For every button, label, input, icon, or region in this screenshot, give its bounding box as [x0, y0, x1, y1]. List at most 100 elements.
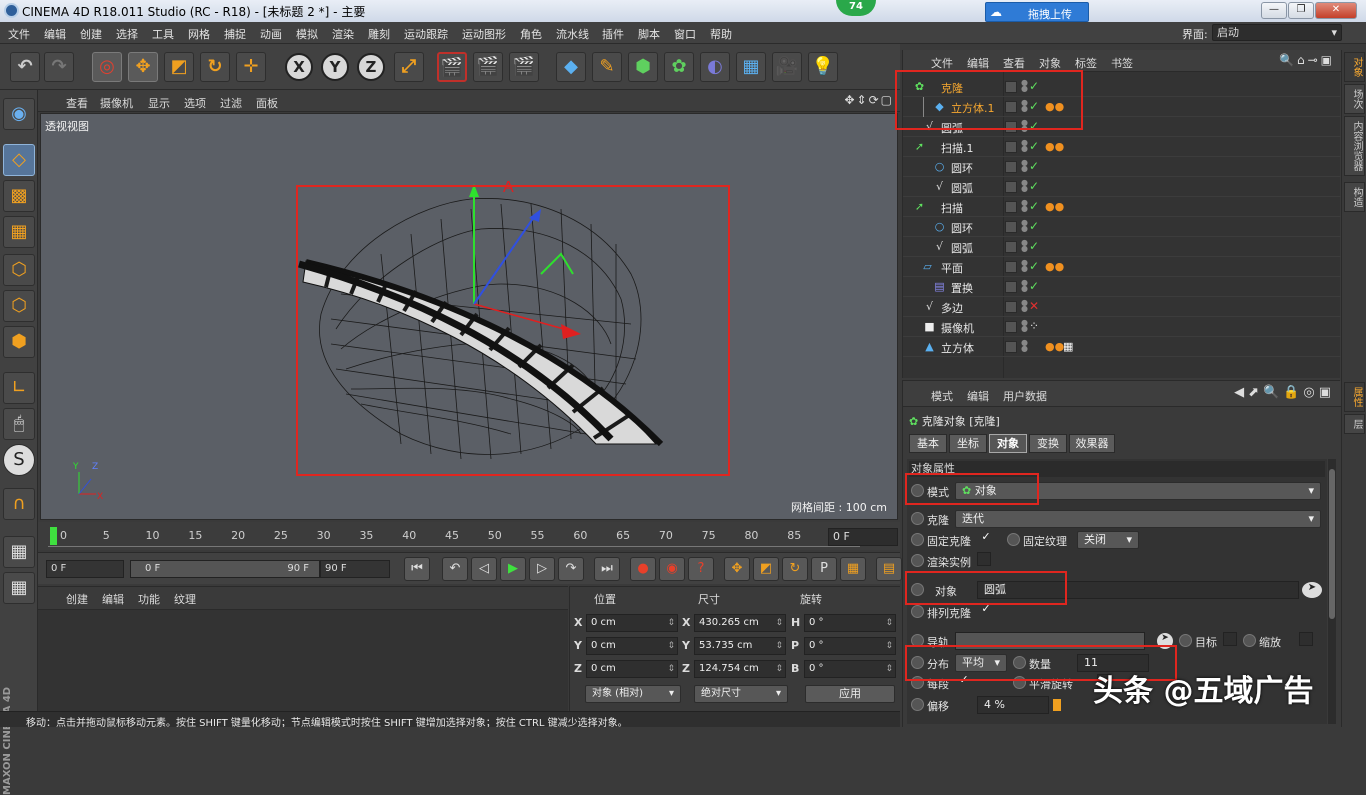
tweak-mode-icon[interactable]: 🖱	[3, 408, 35, 440]
timeline-playhead[interactable]	[50, 527, 57, 545]
animate-radio[interactable]	[911, 512, 924, 525]
layer-toggle[interactable]	[1005, 301, 1017, 313]
key-parameter-icon[interactable]: P	[811, 557, 837, 581]
enabled-check-icon[interactable]: ✓	[1029, 219, 1039, 233]
render-view-icon[interactable]: 🎬	[437, 52, 467, 82]
checker-tag-icon[interactable]: ▦	[1063, 340, 1077, 354]
object-row-sweep[interactable]: ➚ 扫描 ● ● ✓ ●●	[903, 197, 1341, 217]
tab-objects[interactable]: 对象	[1344, 52, 1365, 82]
render-picture-viewer-icon[interactable]: 🎬	[473, 52, 503, 82]
viewport-navigation-icons[interactable]: ✥⇕⟳▢	[844, 93, 894, 107]
layer-toggle[interactable]	[1005, 261, 1017, 273]
clone-dropdown[interactable]: 迭代	[955, 510, 1321, 528]
menu-create[interactable]: 创建	[80, 26, 102, 42]
attr-menu-edit[interactable]: 编辑	[967, 388, 989, 404]
maximize-button[interactable]: ❐	[1288, 2, 1314, 19]
obj-menu-edit[interactable]: 编辑	[967, 55, 989, 71]
apply-button[interactable]: 应用	[805, 685, 895, 703]
tab-takes[interactable]: 场次	[1344, 84, 1365, 114]
enabled-check-icon[interactable]: ✓	[1029, 159, 1039, 173]
record-keys-icon[interactable]: ●	[630, 557, 656, 581]
notification-badge[interactable]: 74	[836, 0, 876, 16]
obj-menu-objects[interactable]: 对象	[1039, 55, 1061, 71]
animate-radio[interactable]	[1007, 533, 1020, 546]
material-menu-edit[interactable]: 编辑	[102, 591, 124, 607]
play-icon[interactable]: ▶	[500, 557, 526, 581]
visibility-dots[interactable]: ● ●	[1021, 299, 1028, 313]
menu-sculpt[interactable]: 雕刻	[368, 26, 390, 42]
polygons-mode-icon[interactable]: ⬢	[3, 326, 35, 358]
floor-scene-icon[interactable]: ▦	[736, 52, 766, 82]
snap-icon[interactable]: S	[3, 444, 35, 476]
model-mode-icon[interactable]: ◇	[3, 144, 35, 176]
key-scale-icon[interactable]: ◩	[753, 557, 779, 581]
drag-upload-button[interactable]: ☁ 拖拽上传	[985, 2, 1089, 22]
size-y-field[interactable]: 53.735 cm	[694, 637, 786, 655]
cube-object-icon[interactable]: ◆	[556, 52, 586, 82]
material-tag-icon[interactable]: ●●	[1045, 340, 1064, 354]
material-tag-icon[interactable]: ●●	[1045, 260, 1064, 274]
layer-toggle[interactable]	[1005, 241, 1017, 253]
animate-radio[interactable]	[911, 698, 924, 711]
enabled-check-icon[interactable]: ✓	[1029, 139, 1039, 153]
render-instance-checkbox[interactable]	[977, 552, 991, 566]
subdivision-surface-icon[interactable]: ⬢	[628, 52, 658, 82]
layer-toggle[interactable]	[1005, 201, 1017, 213]
visibility-dots[interactable]: ● ●	[1021, 279, 1028, 293]
previous-key-icon[interactable]: ↶	[442, 557, 468, 581]
layout-select[interactable]: 启动	[1212, 24, 1342, 41]
material-tag-icon[interactable]: ●●	[1045, 140, 1064, 154]
menu-file[interactable]: 文件	[8, 26, 30, 42]
layer-toggle[interactable]	[1005, 281, 1017, 293]
previous-frame-icon[interactable]: ◁	[471, 557, 497, 581]
object-row-arc[interactable]: √ 圆弧 ● ● ✓	[903, 177, 1341, 197]
key-pla-icon[interactable]: ▦	[840, 557, 866, 581]
tab-effectors[interactable]: 效果器	[1069, 434, 1115, 453]
enabled-check-icon[interactable]: ✓	[1029, 259, 1039, 273]
disabled-x-icon[interactable]: ✕	[1029, 299, 1039, 313]
animate-radio[interactable]	[911, 533, 924, 546]
tab-attributes[interactable]: 属性	[1344, 382, 1365, 412]
pick-object-icon[interactable]: ➤	[1302, 582, 1322, 598]
menu-mesh[interactable]: 网格	[188, 26, 210, 42]
obj-menu-tags[interactable]: 标签	[1075, 55, 1097, 71]
size-z-field[interactable]: 124.754 cm	[694, 660, 786, 678]
menu-window[interactable]: 窗口	[674, 26, 696, 42]
y-axis-lock-button[interactable]: Y	[321, 53, 349, 81]
enabled-check-icon[interactable]: ✓	[1029, 199, 1039, 213]
arrange-clone-checkbox[interactable]: ✓	[979, 603, 993, 617]
tab-layers[interactable]: 层	[1344, 414, 1365, 434]
menu-plugins[interactable]: 插件	[602, 26, 624, 42]
timeline-ruler[interactable]: 051015202530354045505560657075808590	[48, 525, 860, 547]
go-to-end-icon[interactable]: ⏭	[594, 557, 620, 581]
timeline-window-icon[interactable]: ▤	[876, 557, 902, 581]
visibility-dots[interactable]: ● ●	[1021, 159, 1028, 173]
camera-target-icon[interactable]: ⁘	[1029, 319, 1039, 333]
menu-motion-tracking[interactable]: 运动跟踪	[404, 26, 448, 42]
layer-toggle[interactable]	[1005, 321, 1017, 333]
x-axis-lock-button[interactable]: X	[285, 53, 313, 81]
last-tool-icon[interactable]: ✛	[236, 52, 266, 82]
current-frame-field[interactable]: 0 F	[828, 528, 898, 546]
attribute-scrollbar[interactable]	[1328, 459, 1336, 724]
enabled-check-icon[interactable]: ✓	[1029, 279, 1039, 293]
start-frame-field[interactable]: 0 F	[46, 560, 124, 578]
tab-transform[interactable]: 变换	[1029, 434, 1067, 453]
fixed-texture-dropdown[interactable]: 关闭	[1077, 531, 1139, 549]
menu-help[interactable]: 帮助	[710, 26, 732, 42]
object-row-plane[interactable]: ▱ 平面 ● ● ✓ ●●	[903, 257, 1341, 277]
visibility-dots[interactable]: ● ●	[1021, 219, 1028, 233]
position-z-field[interactable]: 0 cm	[586, 660, 678, 678]
attr-menu-user-data[interactable]: 用户数据	[1003, 388, 1047, 404]
scale-tool-icon[interactable]: ◩	[164, 52, 194, 82]
obj-menu-bookmarks[interactable]: 书签	[1111, 55, 1133, 71]
position-y-field[interactable]: 0 cm	[586, 637, 678, 655]
layer-toggle[interactable]	[1005, 181, 1017, 193]
key-rotation-icon[interactable]: ↻	[782, 557, 808, 581]
object-row-polygon[interactable]: √ 多边 ● ● ✕	[903, 297, 1341, 317]
redo-icon[interactable]: ↷	[44, 52, 74, 82]
menu-script[interactable]: 脚本	[638, 26, 660, 42]
object-row-displacer[interactable]: ▤ 置换 ● ● ✓	[903, 277, 1341, 297]
tab-coord[interactable]: 坐标	[949, 434, 987, 453]
object-row-cube[interactable]: ▲ 立方体 ● ● ●● ▦	[903, 337, 1341, 357]
